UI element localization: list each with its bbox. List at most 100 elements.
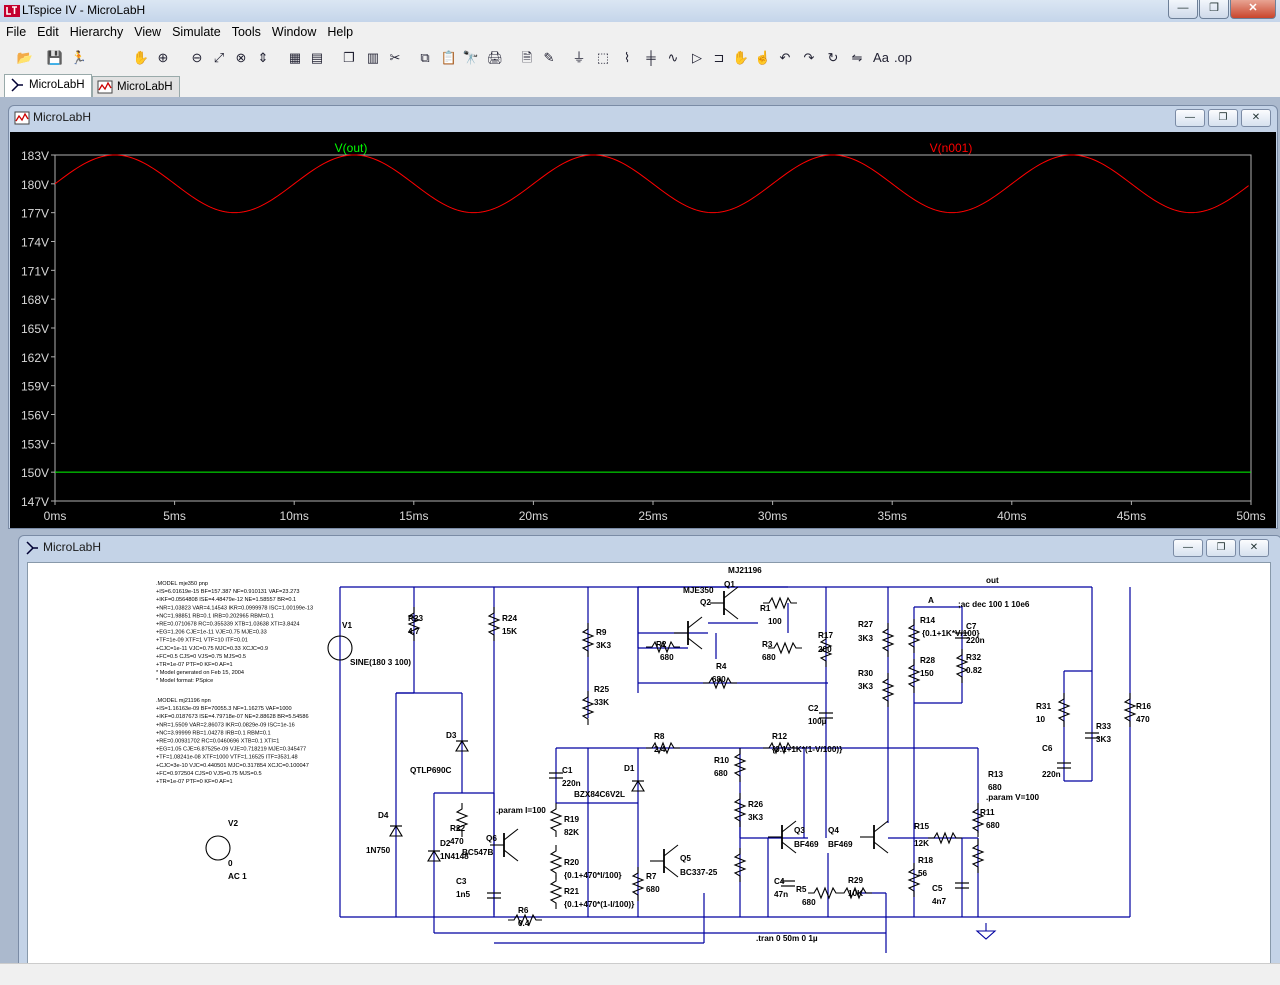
schematic-label[interactable]: V1: [342, 621, 352, 630]
schematic-label[interactable]: BZX84C6V2L: [574, 790, 625, 799]
schematic-label[interactable]: R28: [920, 656, 935, 665]
schematic-label[interactable]: 100: [768, 617, 782, 626]
schematic-label[interactable]: D3: [446, 731, 457, 740]
schematic-label[interactable]: R25: [594, 685, 609, 694]
schematic-label[interactable]: R2: [656, 640, 667, 649]
schematic-label[interactable]: 470: [450, 837, 464, 846]
schematic-label[interactable]: BF469: [828, 840, 853, 849]
schematic-label[interactable]: ;ac dec 100 1 10e6: [958, 600, 1030, 609]
schematic-label[interactable]: 56: [918, 869, 928, 878]
schematic-label[interactable]: {0.1+1K*(1-V/100)}: [772, 745, 843, 754]
schematic-label[interactable]: 3K3: [858, 682, 873, 691]
tab-waveform[interactable]: MicroLabH: [92, 76, 180, 97]
schematic-label[interactable]: Q1: [724, 580, 735, 589]
schematic-label[interactable]: 1N4148: [440, 852, 469, 861]
run-icon[interactable]: 🏃: [68, 47, 90, 69]
schematic-label[interactable]: Q6: [486, 834, 497, 843]
schematic-label[interactable]: R22: [450, 824, 465, 833]
resistor-r22[interactable]: [551, 875, 561, 909]
cut-icon[interactable]: ✂: [384, 47, 406, 69]
schematic-label[interactable]: C3: [456, 877, 467, 886]
text-icon[interactable]: Aa: [870, 47, 892, 69]
schematic-label[interactable]: 680: [712, 675, 726, 684]
schematic-label[interactable]: {0.1+470*(1-I/100)}: [564, 900, 635, 909]
resistor-r5[interactable]: [808, 888, 842, 898]
transistor-q4[interactable]: [860, 821, 888, 853]
label-icon[interactable]: ⬚: [592, 47, 614, 69]
schematic-label[interactable]: 470: [1136, 715, 1150, 724]
schematic-label[interactable]: R7: [646, 872, 657, 881]
schematic-label[interactable]: C7: [966, 622, 977, 631]
schematic-label[interactable]: {0.1+470*I/100}: [564, 871, 622, 880]
schematic-label[interactable]: 220n: [1042, 770, 1061, 779]
waveform-plot[interactable]: V(out) V(n001) 183V180V177V174V171V168V1…: [10, 132, 1276, 528]
schematic-drawing[interactable]: .MODEL mje350 pnp+IS=6.01619e-15 BF=157.…: [28, 563, 1270, 963]
transistor-q1[interactable]: [710, 587, 738, 619]
schematic-label[interactable]: 200: [818, 645, 832, 654]
inductor-icon[interactable]: ∿: [662, 47, 684, 69]
schematic-label[interactable]: 220n: [966, 636, 985, 645]
schematic-label[interactable]: 33K: [594, 698, 609, 707]
schematic-label[interactable]: C1: [562, 766, 573, 775]
find-icon[interactable]: 🔭: [460, 47, 482, 69]
schematic-label[interactable]: .tran 0 50m 0 1µ: [756, 934, 818, 943]
schematic-label[interactable]: 4n7: [932, 897, 947, 906]
schematic-label[interactable]: BC337-25: [680, 868, 718, 877]
schematic-label[interactable]: 12K: [914, 839, 929, 848]
zoom-fit-icon[interactable]: ⤢: [208, 47, 230, 69]
schematic-label[interactable]: 3K3: [1096, 735, 1111, 744]
capacitor-icon[interactable]: ╪: [640, 47, 662, 69]
menu-simulate[interactable]: Simulate: [166, 22, 226, 41]
schematic-label[interactable]: R29: [848, 876, 863, 885]
ground-icon[interactable]: ⏚: [568, 47, 590, 69]
wire-icon[interactable]: ✎: [538, 47, 560, 69]
menu-hierarchy[interactable]: Hierarchy: [64, 22, 129, 41]
schematic-label[interactable]: R19: [564, 815, 579, 824]
trace-vn001[interactable]: [55, 155, 1249, 213]
schematic-label[interactable]: 680: [660, 653, 674, 662]
halt-icon[interactable]: ✋: [130, 47, 152, 69]
schematic-label[interactable]: 10: [1036, 715, 1046, 724]
schematic-label[interactable]: C4: [774, 877, 785, 886]
schematic-label[interactable]: 0.82: [966, 666, 982, 675]
resistor-r3[interactable]: [768, 643, 802, 653]
component-icon[interactable]: ⊐: [708, 47, 730, 69]
schematic-label[interactable]: 150: [920, 669, 934, 678]
schematic-label[interactable]: 680: [802, 898, 816, 907]
zoom-cancel-icon[interactable]: ⊗: [230, 47, 252, 69]
schematic-label[interactable]: 100µ: [808, 717, 827, 726]
schematic-label[interactable]: C5: [932, 884, 943, 893]
menu-file[interactable]: File: [0, 22, 31, 41]
schematic-label[interactable]: R15: [914, 822, 929, 831]
schematic-label[interactable]: 47n: [774, 890, 788, 899]
schematic-label[interactable]: R13: [988, 770, 1003, 779]
schematic-label[interactable]: R11: [980, 808, 995, 817]
schematic-label[interactable]: R31: [1036, 702, 1051, 711]
schematic-label[interactable]: 3K3: [858, 634, 873, 643]
schematic-label[interactable]: R27: [858, 620, 873, 629]
redo-icon[interactable]: ↷: [798, 47, 820, 69]
schematic-label[interactable]: R10: [714, 756, 729, 765]
schematic-label[interactable]: R21: [564, 887, 579, 896]
schematic-label[interactable]: 680: [646, 885, 660, 894]
schematic-label[interactable]: R8: [654, 732, 665, 741]
schematic-label[interactable]: 0: [228, 859, 233, 868]
schematic-label[interactable]: 2.4: [654, 745, 666, 754]
menu-window[interactable]: Window: [266, 22, 321, 41]
schematic-label[interactable]: Q3: [794, 826, 805, 835]
schematic-label[interactable]: R20: [564, 858, 579, 867]
resistor-r20[interactable]: [551, 803, 561, 837]
schematic-label[interactable]: A: [928, 596, 934, 605]
menu-help[interactable]: Help: [321, 22, 358, 41]
schematic-label[interactable]: 15K: [502, 627, 517, 636]
resistor-icon[interactable]: ⌇: [616, 47, 638, 69]
schematic-label[interactable]: R24: [502, 614, 517, 623]
schematic-label[interactable]: 0.4: [518, 919, 530, 928]
schematic-label[interactable]: MJ21196: [728, 566, 762, 575]
autorange-icon[interactable]: ⇕: [252, 47, 274, 69]
plot-pane[interactable]: V(out) V(n001) 183V180V177V174V171V168V1…: [10, 132, 1276, 528]
schematic-label[interactable]: C2: [808, 704, 819, 713]
mirror-icon[interactable]: ⇋: [846, 47, 868, 69]
restore-button[interactable]: ❐: [1206, 539, 1236, 557]
schematic-label[interactable]: R18: [918, 856, 933, 865]
